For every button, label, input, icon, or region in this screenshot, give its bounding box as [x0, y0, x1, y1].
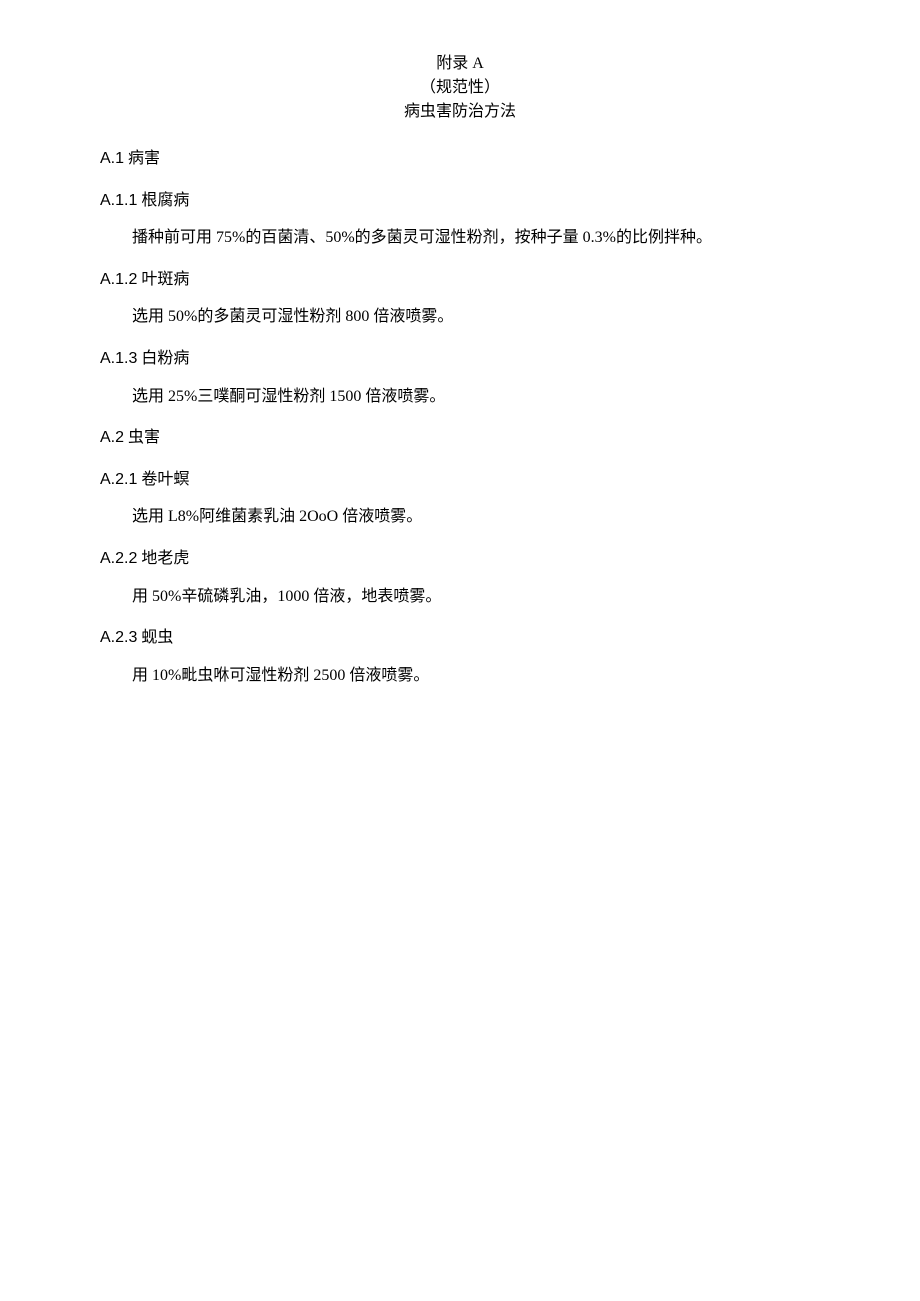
heading-a23-title: 蚬虫 [137, 629, 173, 646]
body-a11: 播种前可用 75%的百菌清、50%的多菌灵可湿性粉剂，按种子量 0.3%的比例拌… [100, 225, 820, 251]
heading-a13-title: 白粉病 [137, 350, 189, 367]
heading-a12-num: A.1.2 [100, 271, 137, 288]
heading-a23: A.2.3 蚬虫 [100, 625, 820, 651]
body-a22: 用 50%辛硫磷乳油，1000 倍液，地表喷雾。 [100, 584, 820, 610]
appendix-title-block: 附录 A （规范性） 病虫害防治方法 [100, 52, 820, 124]
heading-a2: A.2 虫害 [100, 425, 820, 451]
page-container: 附录 A （规范性） 病虫害防治方法 A.1 病害 A.1.1 根腐病 播种前可… [0, 0, 920, 1301]
heading-a23-num: A.2.3 [100, 629, 137, 646]
heading-a11-title: 根腐病 [137, 192, 189, 209]
body-a13: 选用 25%三噗酮可湿性粉剂 1500 倍液喷雾。 [100, 384, 820, 410]
heading-a2-num: A.2 [100, 429, 124, 446]
body-a12: 选用 50%的多菌灵可湿性粉剂 800 倍液喷雾。 [100, 304, 820, 330]
heading-a21-title: 卷叶螟 [137, 471, 189, 488]
heading-a13-num: A.1.3 [100, 350, 137, 367]
appendix-title-line2: （规范性） [100, 76, 820, 100]
heading-a21: A.2.1 卷叶螟 [100, 467, 820, 493]
heading-a11: A.1.1 根腐病 [100, 188, 820, 214]
heading-a11-num: A.1.1 [100, 192, 137, 209]
appendix-title-line1: 附录 A [100, 52, 820, 76]
heading-a1-title: 病害 [124, 150, 160, 167]
body-a21: 选用 L8%阿维菌素乳油 2OoO 倍液喷雾。 [100, 504, 820, 530]
heading-a12-title: 叶斑病 [137, 271, 189, 288]
appendix-title-line3: 病虫害防治方法 [100, 100, 820, 124]
heading-a21-num: A.2.1 [100, 471, 137, 488]
heading-a1: A.1 病害 [100, 146, 820, 172]
heading-a22: A.2.2 地老虎 [100, 546, 820, 572]
heading-a12: A.1.2 叶斑病 [100, 267, 820, 293]
heading-a13: A.1.3 白粉病 [100, 346, 820, 372]
heading-a1-num: A.1 [100, 150, 124, 167]
body-a23: 用 10%毗虫咻可湿性粉剂 2500 倍液喷雾。 [100, 663, 820, 689]
heading-a22-num: A.2.2 [100, 550, 137, 567]
heading-a2-title: 虫害 [124, 429, 160, 446]
heading-a22-title: 地老虎 [137, 550, 189, 567]
